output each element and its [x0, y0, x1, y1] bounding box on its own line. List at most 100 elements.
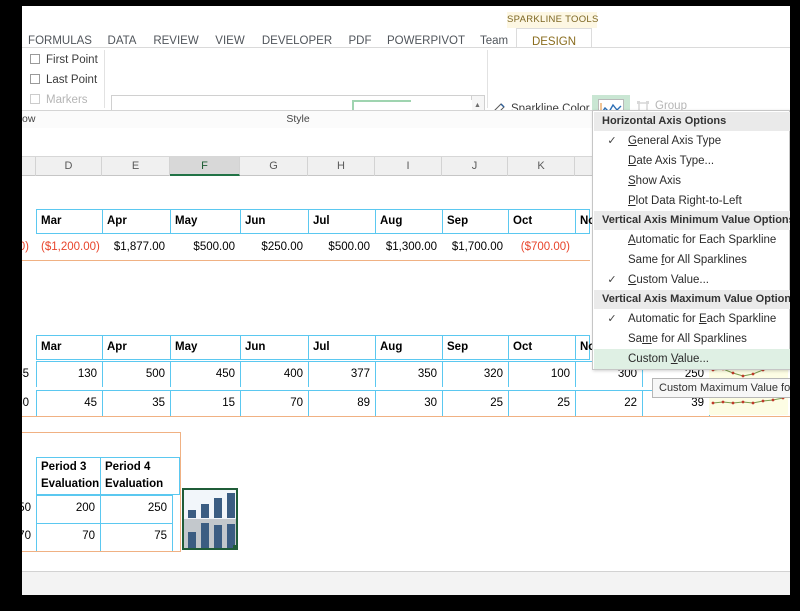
table2-gridline-v-1-4 — [308, 390, 309, 416]
table1-cell-7[interactable]: ($700.00) — [508, 235, 575, 260]
table2-row2-cell-6[interactable]: 25 — [442, 391, 508, 416]
menu-item-automatic-for-each-sparkline[interactable]: ✓Automatic for Each Sparkline — [594, 309, 790, 329]
table2-row1-cell-0[interactable]: 130 — [36, 362, 102, 387]
table2-row1-cell-1[interactable]: 500 — [102, 362, 170, 387]
menu-item-custom-value[interactable]: Custom Value... — [594, 349, 790, 369]
column-header-E[interactable]: E — [102, 157, 170, 176]
menu-item-label: Show Axis — [628, 175, 681, 187]
menu-item-plot-data-right-to-left[interactable]: Plot Data Right-to-Left — [594, 191, 790, 211]
sparkline-upper-bar-4 — [227, 493, 235, 518]
table1-header-oct: Oct — [508, 209, 575, 234]
checkbox-box-icon — [30, 54, 40, 64]
table1-header-divider-5 — [375, 209, 376, 234]
table2-row1-cell-4[interactable]: 377 — [308, 362, 375, 387]
table2-gridline-v-0-1 — [102, 361, 103, 387]
table2-row2-cell-5[interactable]: 30 — [375, 391, 442, 416]
table3-gridline-v-0-2 — [172, 495, 173, 523]
menu-item-date-axis-type[interactable]: Date Axis Type... — [594, 151, 790, 171]
table2-header-divider-2 — [170, 335, 171, 360]
menu-item-label: Automatic for Each Sparkline — [628, 234, 776, 246]
ribbon-group-label-0: ow — [22, 111, 62, 128]
table1-header-mar: Mar — [36, 209, 102, 234]
check-icon: ✓ — [606, 270, 618, 290]
contextual-tab-caption: SPARKLINE TOOLS — [507, 12, 597, 28]
table2-gridline-v-1-6 — [442, 390, 443, 416]
menu-item-same-for-all-sparklines[interactable]: Same for All Sparklines — [594, 250, 790, 270]
table2-header-jul: Jul — [308, 335, 375, 360]
menu-item-custom-value[interactable]: ✓Custom Value... — [594, 270, 790, 290]
table2-gridline-v-1-5 — [375, 390, 376, 416]
check-icon: ✓ — [606, 309, 618, 329]
table1-cell-1[interactable]: $1,877.00 — [102, 235, 170, 260]
menu-item-automatic-for-each-sparkline[interactable]: Automatic for Each Sparkline — [594, 230, 790, 250]
menu-item-label: General Axis Type — [628, 135, 721, 147]
table3-gridline-v-0-0 — [36, 495, 37, 523]
table2-row2-cell-7[interactable]: 25 — [508, 391, 575, 416]
table2-row2-cell-8[interactable]: 22 — [575, 391, 642, 416]
window-frame-bottom — [0, 595, 800, 611]
table2-row1-cell-7[interactable]: 100 — [508, 362, 575, 387]
sparkline-upper-bar-3 — [214, 498, 222, 518]
table1-cell-3[interactable]: $250.00 — [240, 235, 308, 260]
tooltip: Custom Maximum Value for Sp — [652, 378, 798, 398]
table1-cell-5[interactable]: $1,300.00 — [375, 235, 442, 260]
table2-header-sep: Sep — [442, 335, 508, 360]
table2-header-divider-3 — [240, 335, 241, 360]
column-header-F[interactable]: F — [170, 157, 240, 176]
column-header-I[interactable]: I — [375, 157, 442, 176]
table2-row1-cell-2[interactable]: 450 — [170, 362, 240, 387]
table2-header-divider-4 — [308, 335, 309, 360]
checkbox-label: Last Point — [46, 74, 97, 86]
table2-row2-cell-0[interactable]: 45 — [36, 391, 102, 416]
checkbox-label: Markers — [46, 94, 88, 106]
table2-row1-cell-3[interactable]: 400 — [240, 362, 308, 387]
selected-sparkline-cell[interactable] — [182, 488, 238, 550]
table2-row2-cell-3[interactable]: 70 — [240, 391, 308, 416]
column-header-H[interactable]: H — [308, 157, 375, 176]
menu-section-header-1: Vertical Axis Minimum Value Options — [594, 211, 790, 230]
fill-handle[interactable] — [233, 545, 238, 550]
table2-gridline-h-1 — [36, 390, 708, 391]
table1-cell-0[interactable]: ($1,200.00) — [36, 235, 102, 260]
table2-header-divider-1 — [102, 335, 103, 360]
window-frame-left — [0, 0, 22, 595]
column-header-G[interactable]: G — [240, 157, 308, 176]
table2-header-divider-7 — [508, 335, 509, 360]
table3-row2-cell-1[interactable]: 70 — [36, 524, 100, 549]
table3-row2-cell-2[interactable]: 75 — [100, 524, 172, 549]
table2-row2-cell-2[interactable]: 15 — [170, 391, 240, 416]
axis-dropdown-menu[interactable]: Horizontal Axis Options✓General Axis Typ… — [592, 110, 790, 370]
table2-gridline-v-1-2 — [170, 390, 171, 416]
window-frame-top — [0, 0, 800, 6]
table2-gridline-v-0-5 — [375, 361, 376, 387]
checkbox-label: First Point — [46, 54, 98, 66]
menu-item-same-for-all-sparklines[interactable]: Same for All Sparklines — [594, 329, 790, 349]
table2-gridline-v-0-3 — [240, 361, 241, 387]
table2-row1-cell-5[interactable]: 350 — [375, 362, 442, 387]
table2-gridline-v-0-4 — [308, 361, 309, 387]
group-divider-1 — [104, 50, 105, 108]
table2-row2-cell-1[interactable]: 35 — [102, 391, 170, 416]
table1-header-divider-6 — [442, 209, 443, 234]
table2-row1-cell-6[interactable]: 320 — [442, 362, 508, 387]
checkbox-last-point[interactable]: Last Point — [30, 74, 97, 86]
table1-cell-2[interactable]: $500.00 — [170, 235, 240, 260]
table1-header-sep: Sep — [442, 209, 508, 234]
table2-gridline-v-1-7 — [508, 390, 509, 416]
sparkline-upper-bar-2 — [201, 504, 209, 518]
menu-item-show-axis[interactable]: Show Axis — [594, 171, 790, 191]
table2-gridline-v-1-1 — [102, 390, 103, 416]
table3-row1-cell-2[interactable]: 250 — [100, 496, 172, 521]
column-header-K[interactable]: K — [508, 157, 575, 176]
table3-gridline-v-0-1 — [100, 495, 101, 523]
column-header-D[interactable]: D — [36, 157, 102, 176]
menu-item-label: Same for All Sparklines — [628, 333, 747, 345]
menu-item-general-axis-type[interactable]: ✓General Axis Type — [594, 131, 790, 151]
table1-cell-4[interactable]: $500.00 — [308, 235, 375, 260]
table3-row1-cell-1[interactable]: 200 — [36, 496, 100, 521]
table2-row2-cell-4[interactable]: 89 — [308, 391, 375, 416]
table3-right-rule — [180, 432, 181, 552]
checkbox-first-point[interactable]: First Point — [30, 54, 98, 66]
table1-cell-6[interactable]: $1,700.00 — [442, 235, 508, 260]
column-header-J[interactable]: J — [442, 157, 508, 176]
